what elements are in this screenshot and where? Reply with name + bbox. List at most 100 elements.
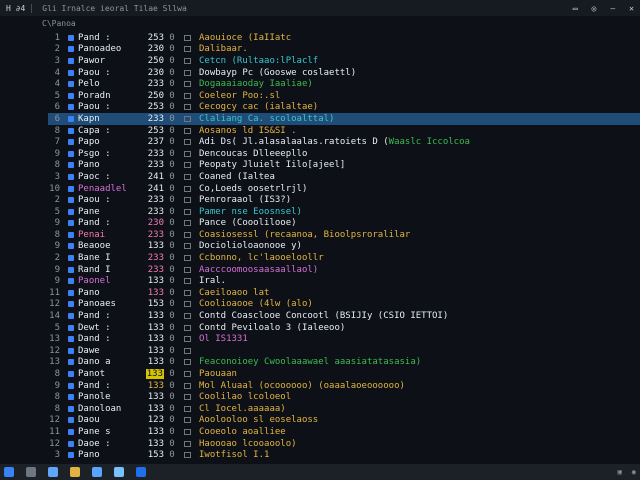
- file-icon: [68, 452, 74, 459]
- list-item[interactable]: 9 Pand : 230 0 Pance (Cooolilooe): [40, 218, 640, 230]
- app-icon[interactable]: [136, 467, 146, 477]
- settings-button[interactable]: ◎: [592, 4, 597, 13]
- file-name: Paou :: [78, 67, 111, 78]
- minimize-button[interactable]: —: [610, 4, 615, 13]
- file-name: Pano: [78, 450, 100, 461]
- file-flag: 0: [169, 450, 175, 461]
- checkbox-icon: [184, 452, 191, 459]
- file-icon: [68, 371, 74, 378]
- list-item[interactable]: 13 Dano a 133 0 Feaconoioey Cwoolaaawael aaa…: [40, 357, 640, 369]
- list-item[interactable]: 6 Kapn 233 0 Claliang Ca. scoloalttal): [48, 113, 640, 125]
- list-item[interactable]: 5 Poradn 250 0 Coeleor Poo:.sl: [40, 90, 640, 102]
- file-description: Adi Ds( Jl.alasalaalas.ratoiets D (Waasl…: [199, 137, 470, 148]
- list-item[interactable]: 11 Pano 133 0 Caeiloaoo lat: [40, 287, 640, 299]
- file-size: 233: [147, 253, 164, 264]
- checkbox-icon: [184, 417, 191, 424]
- restore-button[interactable]: ▭: [573, 4, 578, 13]
- checkbox-icon: [184, 405, 191, 412]
- list-item[interactable]: 11 Pane s 133 0 Cooeolo aoalliee: [40, 426, 640, 438]
- file-name: Dand :: [78, 334, 111, 345]
- file-description: Ccbonno, lc'laooeloollr: [199, 253, 324, 264]
- list-item[interactable]: 8 Panole 133 0 Coolilao lcoloeol: [40, 391, 640, 403]
- start-icon[interactable]: [4, 467, 14, 477]
- list-item[interactable]: 9 Paonel 133 0 Iral.: [40, 275, 640, 287]
- row-number: 12: [49, 438, 60, 449]
- list-item[interactable]: 12 Daoe : 133 0 Haoooao lcooaoolo): [40, 438, 640, 450]
- files-icon[interactable]: [48, 467, 58, 477]
- list-item[interactable]: 8 Capa : 253 0 Aosanos ld IS&SI .: [40, 125, 640, 137]
- list-item[interactable]: 1 Pand : 253 0 Aaouioce (IaIIatc: [40, 32, 640, 44]
- size-highlight: 133: [145, 369, 164, 380]
- tray-icon[interactable]: ◉: [632, 468, 636, 476]
- file-name: Panole: [78, 392, 111, 403]
- file-description: Paouaan: [199, 369, 237, 380]
- close-button[interactable]: ✕: [629, 4, 634, 13]
- file-flag: 0: [169, 241, 175, 252]
- file-size: 250: [147, 55, 164, 66]
- list-item[interactable]: 9 Rand I 233 0 Aacccoomoosaasaallaol): [40, 264, 640, 276]
- file-icon: [68, 197, 74, 204]
- list-item[interactable]: 9 Psgo : 233 0 Dencoucas Dlleeepllo: [40, 148, 640, 160]
- row-number: 3: [54, 450, 60, 461]
- list-item[interactable]: 12 Panoaes 153 0 Coolioaooe (4lw (alo): [40, 299, 640, 311]
- file-icon: [68, 104, 74, 111]
- file-name: Psgo :: [78, 148, 111, 159]
- title-left-text: H ∂4: [6, 3, 26, 13]
- file-icon: [68, 150, 74, 157]
- list-item[interactable]: 3 Pawor 250 0 Cetcn (Rultaao:lPlaclf: [40, 55, 640, 67]
- list-item[interactable]: 3 Paoc : 241 0 Coaned (Ialtea: [40, 171, 640, 183]
- list-item[interactable]: 4 Pelo 233 0 Dogaaaiaoday Iaaliae): [40, 78, 640, 90]
- list-item[interactable]: 3 Pano 153 0 Iwotfisol I.1: [40, 449, 640, 461]
- checkbox-icon: [184, 324, 191, 331]
- list-item[interactable]: 9 Pand : 133 0 Mol Aluaal (ocoooooo) (oaaala…: [40, 380, 640, 392]
- file-description: Iral.: [199, 276, 227, 287]
- list-item[interactable]: 10 Penaadlel 241 0 Co,Loeds oosetrlrjl): [40, 183, 640, 195]
- list-item[interactable]: 13 Dand : 133 0 Ol IS1331: [40, 333, 640, 345]
- file-name: Danoloan: [78, 403, 122, 414]
- browser-icon[interactable]: [70, 467, 80, 477]
- checkbox-icon: [184, 208, 191, 215]
- list-item[interactable]: 6 Paou : 253 0 Cecogcy cac (ialaltae): [40, 102, 640, 114]
- file-icon: [68, 324, 74, 331]
- search-icon[interactable]: [26, 467, 36, 477]
- row-number: 7: [54, 137, 60, 148]
- file-size: 133: [147, 322, 164, 333]
- tray-icon[interactable]: ▣: [618, 468, 622, 476]
- list-item[interactable]: 5 Dewt : 133 0 Contd Peviloalo 3 (Ialeeoo): [40, 322, 640, 334]
- checkbox-icon: [184, 150, 191, 157]
- list-item[interactable]: 7 Papo 237 0 Adi Ds( Jl.alasalaalas.ratoiets…: [40, 136, 640, 148]
- file-size: 133: [147, 392, 164, 403]
- editor-icon[interactable]: [114, 467, 124, 477]
- list-item[interactable]: 12 Daou 123 0 Aoolooloo sl eoselaoss: [40, 415, 640, 427]
- file-description: Dociolioloaonooe y): [199, 241, 302, 252]
- file-size: 133: [147, 287, 164, 298]
- list-item[interactable]: 5 Pane 233 0 Pamer nse Eoosnsel): [40, 206, 640, 218]
- checkbox-icon: [184, 255, 191, 262]
- file-flag: 0: [169, 148, 175, 159]
- file-icon: [68, 127, 74, 134]
- file-description: Coolioaooe (4lw (alo): [199, 299, 313, 310]
- list-item[interactable]: 14 Pand : 133 0 Contd Coasclooe Concootl (BS…: [40, 310, 640, 322]
- list-item[interactable]: 12 Dawe 133 0: [40, 345, 640, 357]
- file-description: Pance (Cooolilooe): [199, 218, 297, 229]
- list-item[interactable]: 2 Paou : 233 0 Penroraaol (IS3?): [40, 194, 640, 206]
- row-number: 3: [54, 55, 60, 66]
- list-item[interactable]: 8 Penai 233 0 Coasiosessl (recaanoa, Bioolps…: [40, 229, 640, 241]
- file-size: 253: [147, 32, 164, 43]
- terminal-icon[interactable]: [92, 467, 102, 477]
- list-item[interactable]: 9 Beaooe 133 0 Dociolioloaonooe y): [40, 241, 640, 253]
- list-item[interactable]: 2 Panoadeo 230 0 Dalibaar.: [40, 44, 640, 56]
- file-name: Pand :: [78, 32, 111, 43]
- list-item[interactable]: 2 Bane I 233 0 Ccbonno, lc'laooeloollr: [40, 252, 640, 264]
- list-item[interactable]: 8 Pano 233 0 Peopaty Jluielt Iilo[ajeel]: [40, 160, 640, 172]
- list-item[interactable]: 8 Panot 133 0 Paouaan: [40, 368, 640, 380]
- taskbar: ▣ ◉: [0, 464, 640, 480]
- list-item[interactable]: 8 Danoloan 133 0 Cl Iocel.aaaaaa): [40, 403, 640, 415]
- list-item[interactable]: 4 Paou : 230 0 Dowbayp Pc (Gooswe coslaettl): [40, 67, 640, 79]
- file-flag: 0: [169, 253, 175, 264]
- title-separator: [31, 3, 33, 13]
- window-title: Gli Irnalce ieoral Tilae Sllwa: [42, 3, 187, 13]
- checkbox-icon: [184, 371, 191, 378]
- checkbox-icon: [184, 313, 191, 320]
- file-name: Paou :: [78, 195, 111, 206]
